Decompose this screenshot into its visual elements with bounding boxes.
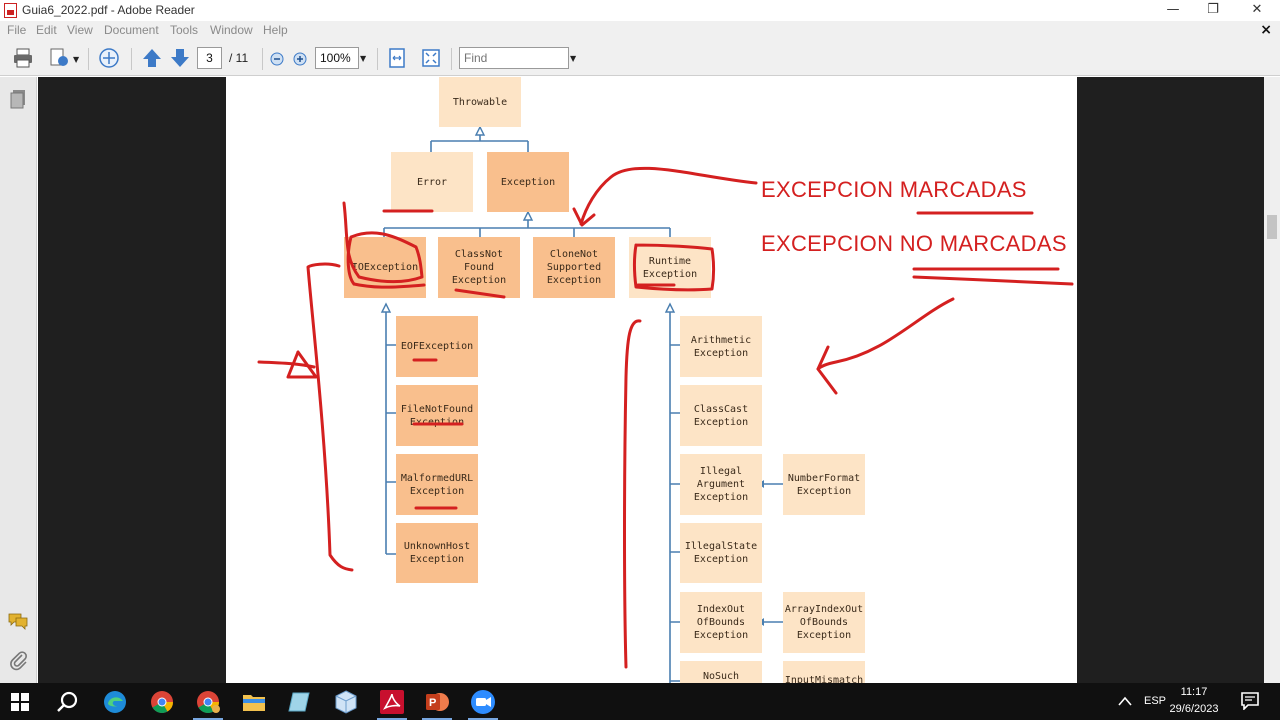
- menu-document[interactable]: Document: [104, 23, 159, 37]
- pdf-file-icon: [4, 3, 17, 18]
- comments-panel-icon[interactable]: [7, 612, 29, 630]
- pages-panel-icon[interactable]: [9, 89, 27, 109]
- find-dropdown-icon[interactable]: ▼: [570, 54, 576, 63]
- menu-help[interactable]: Help: [263, 23, 288, 37]
- menu-file[interactable]: File: [7, 23, 26, 37]
- notes-app-icon[interactable]: [287, 689, 313, 715]
- chrome-profile-browser-icon[interactable]: [195, 689, 221, 715]
- toolbar-separator: [451, 48, 452, 70]
- full-screen-icon[interactable]: [420, 47, 442, 69]
- vertical-scrollbar[interactable]: [1264, 77, 1280, 683]
- clock-time[interactable]: 11:17: [1164, 686, 1224, 698]
- next-page-arrow-icon[interactable]: [169, 47, 191, 69]
- pdf-page: Throwable Error Exception IOException Cl…: [226, 77, 1077, 683]
- adobe-reader-icon[interactable]: [379, 689, 405, 715]
- find-input[interactable]: [459, 47, 569, 69]
- toolbar: ▼ 3 / 11 100% ▼ ▼: [0, 40, 1280, 76]
- navigation-panel: [0, 77, 37, 683]
- zoom-dropdown-icon[interactable]: ▼: [360, 54, 366, 63]
- toolbar-separator: [377, 48, 378, 70]
- input-language[interactable]: ESP: [1144, 695, 1166, 707]
- fit-page-icon[interactable]: [386, 47, 408, 69]
- attachments-panel-icon[interactable]: [8, 649, 28, 671]
- svg-text:P: P: [429, 697, 436, 709]
- chevron-up-icon[interactable]: [1118, 696, 1132, 706]
- menu-edit[interactable]: Edit: [36, 23, 57, 37]
- menu-view[interactable]: View: [67, 23, 93, 37]
- menu-window[interactable]: Window: [210, 23, 253, 37]
- clock-date[interactable]: 29/6/2023: [1164, 703, 1224, 715]
- toolbar-separator: [262, 48, 263, 70]
- page-number-input[interactable]: 3: [197, 47, 222, 69]
- zoom-in-icon[interactable]: [293, 52, 307, 66]
- powerpoint-icon[interactable]: P: [424, 689, 450, 715]
- previous-page-arrow-icon[interactable]: [141, 47, 163, 69]
- notifications-icon[interactable]: [1241, 692, 1259, 710]
- collaborate-icon[interactable]: [98, 47, 120, 69]
- title-bar: Guia6_2022.pdf - Adobe Reader — ❐ ✕: [0, 0, 1280, 21]
- toolbar-separator: [131, 48, 132, 70]
- document-tools-icon[interactable]: [48, 47, 70, 69]
- chrome-browser-icon[interactable]: [149, 689, 175, 715]
- document-tools-dropdown-icon[interactable]: ▼: [73, 55, 79, 64]
- menu-tools[interactable]: Tools: [170, 23, 198, 37]
- file-explorer-icon[interactable]: [241, 689, 267, 715]
- window-title: Guia6_2022.pdf - Adobe Reader: [22, 3, 195, 17]
- windows-start-icon[interactable]: [10, 692, 30, 712]
- cube-app-icon[interactable]: [333, 689, 359, 715]
- zoom-level-input[interactable]: 100%: [315, 47, 359, 69]
- handwritten-annotations: [257, 166, 1074, 669]
- menu-bar: File Edit View Document Tools Window Hel…: [0, 21, 1280, 40]
- edge-browser-icon[interactable]: [102, 689, 128, 715]
- toolbar-separator: [88, 48, 89, 70]
- print-icon[interactable]: [12, 47, 34, 69]
- scrollbar-thumb[interactable]: [1267, 215, 1277, 239]
- page-total: / 11: [229, 51, 249, 65]
- restore-button[interactable]: ❐: [1190, 0, 1236, 21]
- close-window-button[interactable]: ✕: [1234, 0, 1280, 21]
- windows-taskbar: P ESP 11:17 29/6/2023: [0, 683, 1280, 720]
- close-document-button[interactable]: ×: [1260, 22, 1272, 38]
- search-icon[interactable]: [55, 689, 81, 715]
- zoom-out-icon[interactable]: [270, 52, 284, 66]
- zoom-app-icon[interactable]: [470, 689, 496, 715]
